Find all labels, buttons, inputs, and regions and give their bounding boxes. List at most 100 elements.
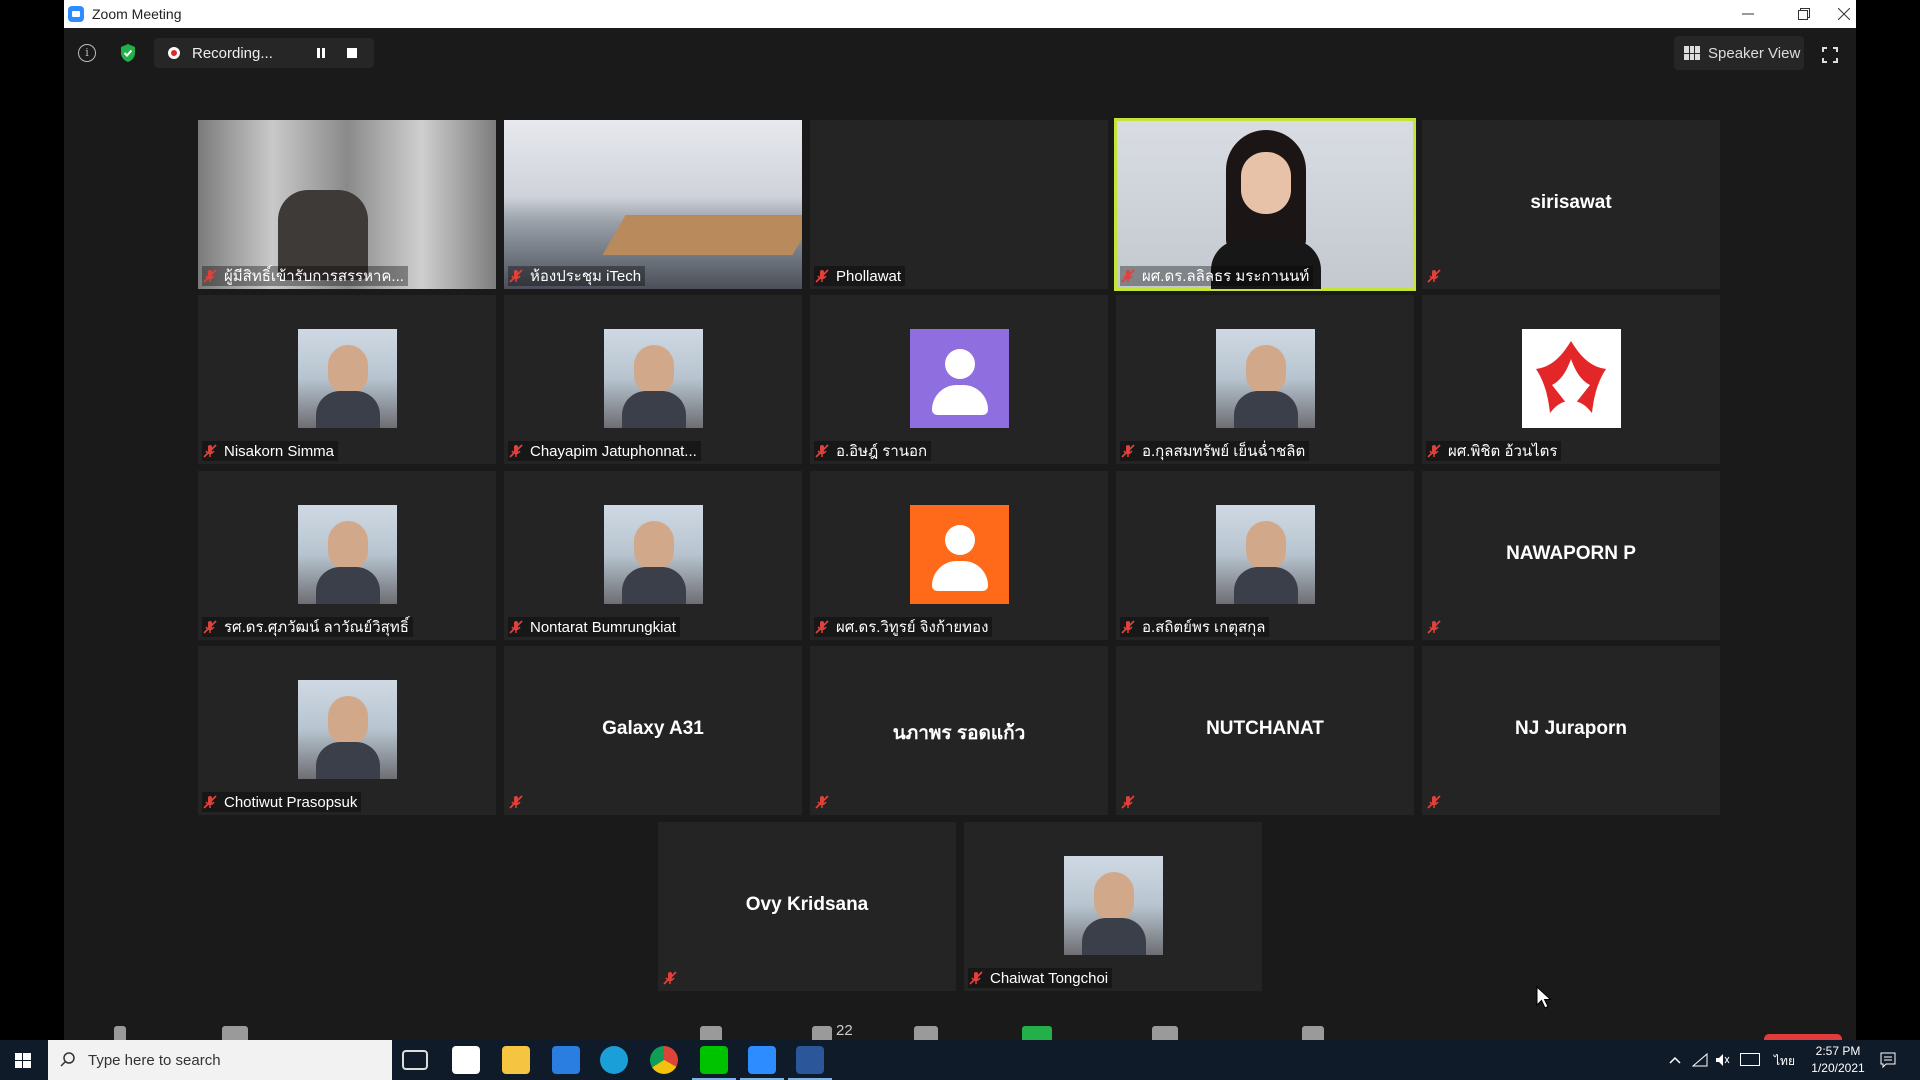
participant-label [814, 792, 840, 812]
participant-tile[interactable]: ผศ.ดร.วิทูรย์ จิงก้ายทอง [810, 471, 1108, 640]
zoom-window: Zoom Meeting i Recording... Speaker View [64, 0, 1856, 1040]
video-camera-icon[interactable] [222, 1026, 248, 1040]
mic-muted-icon [815, 444, 829, 458]
university-logo-icon [1522, 329, 1621, 428]
participant-label: อ.สถิตย์พร เกตุสกุล [1120, 617, 1270, 637]
line-app-icon[interactable] [692, 1046, 736, 1080]
participant-label: ผศ.ดร.วิทูรย์ จิงก้ายทอง [814, 617, 993, 637]
participant-name-label: Chotiwut Prasopsuk [224, 793, 358, 811]
participant-tile[interactable]: Galaxy A31 [504, 646, 802, 815]
participant-tile[interactable]: NUTCHANAT [1116, 646, 1414, 815]
participants-count[interactable]: 22 [836, 1022, 853, 1039]
minimize-button[interactable] [1720, 0, 1776, 28]
input-language[interactable]: ไทย [1774, 1052, 1795, 1071]
mic-muted-icon [1121, 620, 1135, 634]
participant-label: Chaiwat Tongchoi [968, 968, 1113, 988]
mic-muted-icon [1121, 444, 1135, 458]
mic-muted-icon [815, 269, 829, 283]
participant-tile[interactable]: sirisawat [1422, 120, 1720, 289]
show-hidden-icons-chevron-icon[interactable] [1668, 1053, 1682, 1067]
recording-indicator: Recording... [154, 38, 374, 68]
security-icon[interactable] [700, 1026, 722, 1040]
participant-name-label: ผศ.พิชิต อ้วนไตร [1448, 443, 1558, 460]
participant-tile[interactable]: NJ Juraporn [1422, 646, 1720, 815]
reactions-icon[interactable] [1302, 1026, 1324, 1040]
windows-start-icon[interactable] [0, 1040, 46, 1080]
mic-muted-icon [203, 795, 217, 809]
participant-name-label: รศ.ดร.ศุภวัฒน์ ลาวัณย์วิสุทธิ์ [224, 619, 409, 636]
participant-display-name: NUTCHANAT [1206, 718, 1324, 739]
participant-tile[interactable]: Chaiwat Tongchoi [964, 822, 1262, 991]
participant-profile-photo [298, 329, 397, 428]
mic-muted-icon [815, 795, 829, 809]
meeting-info-icon[interactable]: i [78, 44, 96, 62]
participant-display-name: นภาพร รอดแก้ว [892, 723, 1026, 744]
file-explorer-icon[interactable] [502, 1046, 530, 1074]
zoom-app-icon[interactable] [740, 1046, 784, 1080]
close-button[interactable] [1832, 0, 1856, 28]
participant-tile[interactable]: NAWAPORN P [1422, 471, 1720, 640]
mic-muted-icon [663, 971, 677, 985]
participant-tile[interactable]: รศ.ดร.ศุภวัฒน์ ลาวัณย์วิสุทธิ์ [198, 471, 496, 640]
participant-name-label: อ.สถิตย์พร เกตุสกุล [1142, 619, 1266, 636]
active-speaker-tile[interactable]: ผศ.ดร.ลลิลธร มระกานนท์ [1114, 118, 1416, 291]
mic-muted-icon [969, 971, 983, 985]
microphone-icon[interactable] [114, 1026, 126, 1040]
stop-recording-icon[interactable] [347, 48, 357, 58]
view-grid-icon [1684, 46, 1700, 60]
volume-muted-icon[interactable] [1714, 1052, 1730, 1068]
restore-button[interactable] [1776, 0, 1832, 28]
keyboard-icon[interactable] [1740, 1053, 1760, 1066]
participant-tile[interactable]: Ovy Kridsana [658, 822, 956, 991]
participant-tile[interactable]: Chayapim Jatuphonnat... [504, 295, 802, 464]
participant-tile[interactable]: Chotiwut Prasopsuk [198, 646, 496, 815]
record-icon [168, 47, 180, 59]
speaker-view-button[interactable]: Speaker View [1674, 36, 1804, 70]
participant-name-label: Nisakorn Simma [224, 442, 335, 460]
notifications-icon[interactable] [1880, 1052, 1896, 1068]
participant-tile[interactable]: อ.อิษฎ์ รานอก [810, 295, 1108, 464]
participants-icon[interactable] [812, 1026, 832, 1040]
fullscreen-icon[interactable] [1822, 47, 1838, 63]
participant-name-label: Nontarat Bumrungkiat [530, 618, 676, 636]
zoom-logo-icon [68, 6, 84, 22]
taskbar-search-box[interactable]: Type here to search [48, 1040, 392, 1080]
participant-label [1426, 617, 1452, 637]
participant-tile[interactable]: อ.กุลสมทรัพย์ เย็นฉ่ำชลิต [1116, 295, 1414, 464]
mic-muted-icon [1427, 444, 1441, 458]
participant-tile[interactable]: ผู้มีสิทธิ์เข้ารับการสรรหาค... [198, 120, 496, 289]
edge-browser-icon[interactable] [600, 1046, 628, 1074]
encryption-shield-icon[interactable] [119, 43, 137, 63]
microsoft-store-icon[interactable] [452, 1046, 480, 1074]
task-view-icon[interactable] [402, 1050, 428, 1070]
participant-tile[interactable]: Phollawat [810, 120, 1108, 289]
pause-recording-icon[interactable] [316, 48, 326, 58]
speaker-view-label: Speaker View [1708, 44, 1801, 62]
mic-muted-icon [1121, 795, 1135, 809]
participant-label: ผศ.พิชิต อ้วนไตร [1426, 441, 1562, 461]
search-placeholder: Type here to search [88, 1051, 221, 1069]
participant-tile[interactable]: Nontarat Bumrungkiat [504, 471, 802, 640]
participant-display-name: NJ Juraporn [1515, 718, 1627, 739]
participant-tile[interactable]: ห้องประชุม iTech [504, 120, 802, 289]
participant-profile-photo [1216, 505, 1315, 604]
participant-profile-photo [604, 329, 703, 428]
participant-tile[interactable]: นภาพร รอดแก้ว [810, 646, 1108, 815]
clock-date[interactable]: 1/20/2021 [1808, 1061, 1868, 1075]
mail-icon[interactable] [552, 1046, 580, 1074]
participant-tile[interactable]: ผศ.พิชิต อ้วนไตร [1422, 295, 1720, 464]
clock-time[interactable]: 2:57 PM [1812, 1044, 1864, 1058]
restore-icon [1798, 8, 1810, 20]
participant-name-label: Chayapim Jatuphonnat... [530, 442, 697, 460]
window-title: Zoom Meeting [92, 6, 182, 22]
record-button-icon[interactable] [1152, 1026, 1178, 1040]
share-screen-icon[interactable] [1022, 1026, 1052, 1040]
participant-tile[interactable]: Nisakorn Simma [198, 295, 496, 464]
default-user-avatar-icon [910, 505, 1009, 604]
word-app-icon[interactable] [788, 1046, 832, 1080]
chat-icon[interactable] [914, 1026, 938, 1040]
chrome-browser-icon[interactable] [650, 1046, 678, 1074]
network-icon[interactable] [1692, 1052, 1708, 1068]
participant-name-label: อ.อิษฎ์ รานอก [836, 443, 928, 460]
participant-tile[interactable]: อ.สถิตย์พร เกตุสกุล [1116, 471, 1414, 640]
